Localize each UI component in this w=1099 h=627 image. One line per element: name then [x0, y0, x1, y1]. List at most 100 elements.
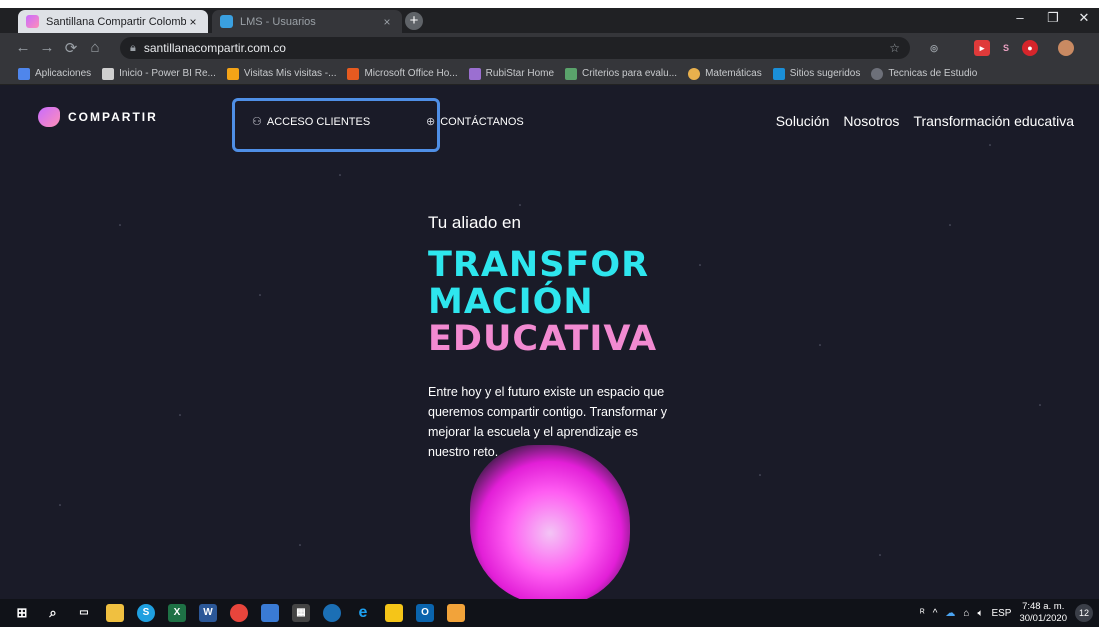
- volume-icon[interactable]: 🔈︎: [977, 608, 983, 619]
- lms-favicon-icon: [220, 15, 233, 28]
- extension-circle-icon[interactable]: ◎: [926, 40, 942, 56]
- search-icon[interactable]: ⌕: [44, 604, 62, 622]
- extension-yab-icon[interactable]: ●: [1022, 40, 1038, 56]
- tab-title: LMS - Usuarios: [240, 15, 316, 28]
- nav-label: ACCESO CLIENTES: [266, 115, 371, 128]
- visitas-icon: [226, 67, 239, 80]
- sticky-notes-icon[interactable]: [385, 604, 403, 622]
- nav-transformacion-educativa[interactable]: Transformación educativa: [913, 113, 1074, 129]
- tab-close-icon[interactable]: ×: [186, 15, 200, 29]
- matematicas-icon: [688, 67, 701, 80]
- bookmark-sitios[interactable]: Sitios sugeridos: [772, 67, 861, 80]
- bookmark-tecnicas[interactable]: Tecnicas de Estudio: [871, 67, 978, 80]
- nav-solucion[interactable]: Solución: [776, 113, 830, 129]
- hero-pretitle: Tu aliado en: [428, 213, 521, 232]
- bookmark-powerbi[interactable]: Inicio - Power BI Re...: [102, 67, 216, 80]
- excel-icon[interactable]: X: [168, 604, 186, 622]
- bookmark-visitas[interactable]: Visitas Mis visitas -...: [226, 67, 337, 80]
- extension-red-icon[interactable]: ▸: [974, 40, 990, 56]
- calculator-icon[interactable]: ▦: [292, 604, 310, 622]
- skype-icon[interactable]: S: [137, 604, 155, 622]
- bookmark-label: Inicio - Power BI Re...: [119, 68, 216, 79]
- nav-nosotros[interactable]: Nosotros: [843, 113, 899, 129]
- bookmark-star-icon[interactable]: ☆: [889, 41, 900, 55]
- tab-close-icon[interactable]: ×: [380, 15, 394, 29]
- chrome-icon[interactable]: [230, 604, 248, 622]
- bookmark-label: Microsoft Office Ho...: [364, 68, 458, 79]
- word-icon[interactable]: W: [199, 604, 217, 622]
- clock-date: 30/01/2020: [1019, 613, 1067, 624]
- compartir-favicon-icon: [26, 15, 39, 28]
- hero-title-line1: TRANSFOR: [428, 245, 650, 285]
- nav-contactanos[interactable]: ⊕ CONTÁCTANOS: [426, 115, 524, 129]
- task-view-icon[interactable]: ▭: [75, 604, 93, 622]
- extension-s-icon[interactable]: S: [998, 40, 1014, 56]
- criterios-icon: [565, 67, 578, 80]
- tab-title: Santillana Compartir Colombia: [46, 15, 186, 28]
- language-indicator[interactable]: ESP: [991, 608, 1011, 619]
- home-button[interactable]: ⌂: [86, 39, 104, 56]
- profile-avatar[interactable]: [1058, 40, 1074, 56]
- edge-icon[interactable]: e: [354, 604, 372, 622]
- minimize-button[interactable]: –: [1005, 10, 1035, 25]
- web-page: COMPARTIR ⚇ ACCESO CLIENTES ⊕ CONTÁCTANO…: [0, 85, 1099, 599]
- system-tray: ᴿ ^ ☁ ⌂ 🔈︎ ESP 7:48 a. m. 30/01/2020 12: [920, 599, 1093, 627]
- bing-icon: [772, 67, 785, 80]
- nav-label: CONTÁCTANOS: [440, 115, 524, 128]
- apps-grid-icon: [18, 67, 30, 80]
- reload-button[interactable]: ⟳: [62, 39, 80, 57]
- bookmark-rubistar[interactable]: RubiStar Home: [468, 67, 555, 80]
- network-icon[interactable]: ⌂: [963, 608, 969, 619]
- restore-button[interactable]: ❐: [1038, 10, 1068, 26]
- bookmarks-bar: Aplicaciones Inicio - Power BI Re... Vis…: [0, 63, 1099, 85]
- window-top-edge: [0, 0, 1099, 8]
- tab-lms-usuarios[interactable]: LMS - Usuarios ×: [212, 10, 402, 33]
- user-icon: ⚇: [252, 116, 262, 128]
- windows-taskbar: ⊞ ⌕ ▭ S X W ▦ e O ᴿ ^ ☁ ⌂ 🔈︎ ESP 7:48 a.…: [0, 599, 1099, 627]
- browser-tab-strip: Santillana Compartir Colombia × LMS - Us…: [0, 0, 1099, 33]
- lock-icon: 🔒︎: [130, 41, 136, 54]
- snip-tool-icon[interactable]: [447, 604, 465, 622]
- outlook-icon[interactable]: O: [416, 604, 434, 622]
- onedrive-icon[interactable]: ☁: [945, 608, 955, 619]
- media-player-icon[interactable]: [323, 604, 341, 622]
- hero-body: Entre hoy y el futuro existe un espacio …: [428, 385, 667, 459]
- compartir-logo[interactable]: COMPARTIR: [38, 107, 158, 127]
- hero-title-line3: EDUCATIVA: [428, 319, 658, 359]
- hero-title: TRANSFOR MACIÓN EDUCATIVA: [428, 247, 657, 358]
- rubistar-icon: [468, 67, 481, 80]
- powerbi-icon: [102, 67, 115, 80]
- bookmark-label: Tecnicas de Estudio: [888, 68, 978, 79]
- compartir-logo-icon: [38, 107, 60, 127]
- bookmark-label: Matemáticas: [705, 68, 762, 79]
- bookmark-matematicas[interactable]: Matemáticas: [688, 67, 762, 80]
- bookmark-label: RubiStar Home: [485, 68, 555, 79]
- bookmark-aplicaciones[interactable]: Aplicaciones: [18, 67, 91, 80]
- globe-icon: [871, 67, 884, 80]
- windows-start-icon[interactable]: ⊞: [13, 604, 31, 622]
- close-window-button[interactable]: ✕: [1069, 10, 1099, 26]
- address-bar[interactable]: 🔒︎ santillanacompartir.com.co ☆: [120, 37, 910, 59]
- hero-title-line2: MACIÓN: [428, 282, 594, 322]
- browser-toolbar: ← → ⟳ ⌂ 🔒︎ santillanacompartir.com.co ☆ …: [0, 33, 1099, 63]
- bookmark-label: Visitas Mis visitas -...: [243, 68, 337, 79]
- file-explorer-icon[interactable]: [106, 604, 124, 622]
- back-button[interactable]: ←: [14, 39, 32, 56]
- globe-icon: ⊕: [426, 116, 436, 128]
- forward-button[interactable]: →: [38, 39, 56, 56]
- bookmark-criterios[interactable]: Criterios para evalu...: [565, 67, 677, 80]
- url-text: santillanacompartir.com.co: [143, 41, 286, 55]
- show-hidden-icons-icon[interactable]: ^: [933, 608, 938, 619]
- clock[interactable]: 7:48 a. m. 30/01/2020: [1019, 601, 1067, 625]
- notification-center-icon[interactable]: 12: [1075, 604, 1093, 622]
- people-icon[interactable]: ᴿ: [920, 608, 925, 619]
- logo-text: COMPARTIR: [68, 110, 158, 124]
- new-tab-button[interactable]: +: [405, 12, 423, 30]
- bookmark-office[interactable]: Microsoft Office Ho...: [347, 67, 458, 80]
- main-nav: Solución Nosotros Transformación educati…: [776, 113, 1074, 129]
- tab-santillana[interactable]: Santillana Compartir Colombia ×: [18, 10, 208, 33]
- nav-acceso-clientes[interactable]: ⚇ ACCESO CLIENTES: [252, 115, 371, 129]
- photos-icon[interactable]: [261, 604, 279, 622]
- bookmark-label: Sitios sugeridos: [789, 68, 861, 79]
- office-icon: [347, 67, 360, 80]
